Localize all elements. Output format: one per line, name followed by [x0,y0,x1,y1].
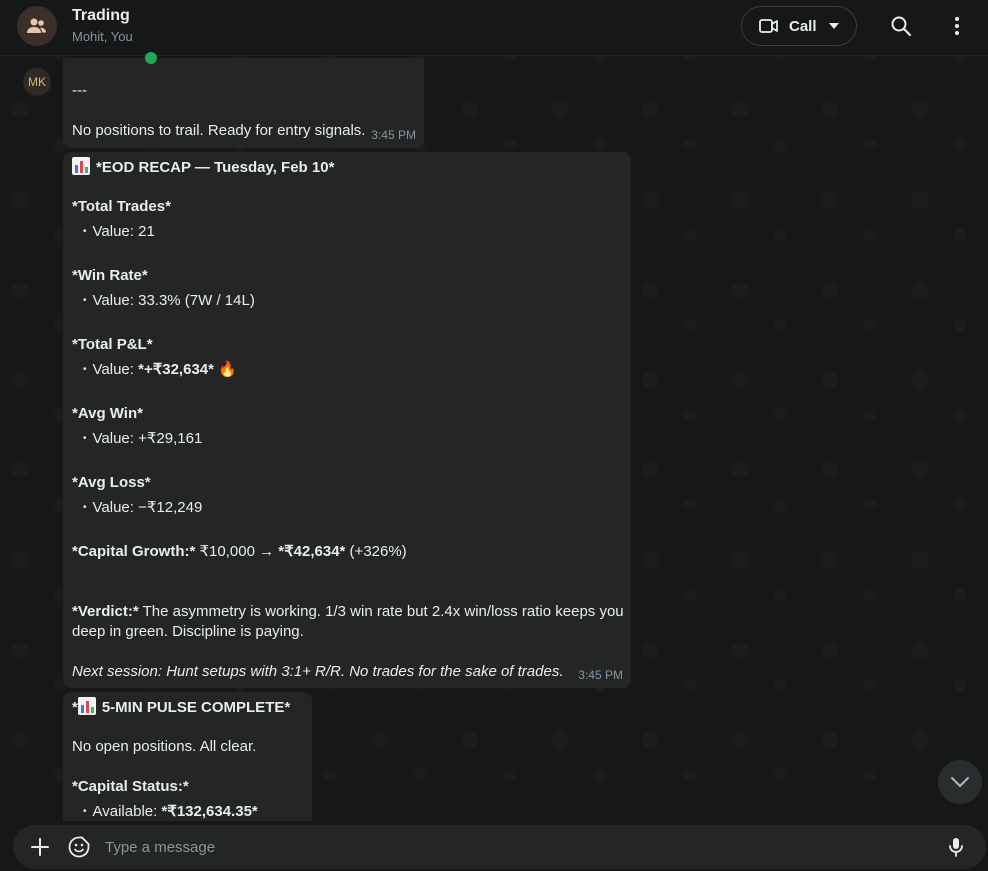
message-bubble[interactable]: --- No positions to trail. Ready for ent… [63,52,424,148]
call-label: Call [789,17,817,35]
sender-avatar[interactable]: MK [23,68,51,96]
chart-emoji-icon [72,157,90,175]
group-icon [27,18,46,33]
verdict-line: deep in green. Discipline is paying. [72,623,304,640]
plus-icon[interactable] [28,835,52,859]
video-icon [759,19,778,33]
message-bubble[interactable]: * 5-MIN PULSE COMPLETE* No open position… [63,692,312,832]
search-icon[interactable] [889,14,913,38]
chart-emoji-icon [77,697,96,715]
stat-value: Value: *+₹32,634* 🔥 [83,360,237,382]
stat-value: Value: −₹12,249 [83,498,203,520]
separator-text: --- [72,82,87,99]
stat-value: Value: 21 [83,222,155,244]
message-text: No open positions. All clear. [72,738,257,755]
chevron-down-icon[interactable] [828,23,839,29]
message-bubble[interactable]: *EOD RECAP — Tuesday, Feb 10* *Total Tra… [63,152,631,688]
message-time: 3:45 PM [578,668,623,682]
more-icon[interactable] [945,14,969,38]
chat-header: Trading Mohit, You Call [0,0,988,56]
verdict-line: *Verdict:* The asymmetry is working. 1/3… [72,603,624,620]
next-session-text: Next session: Hunt setups with 3:1+ R/R.… [72,663,564,680]
scroll-down-button[interactable] [938,760,982,804]
fire-emoji-icon: 🔥 [218,361,237,378]
call-button[interactable]: Call [741,6,857,46]
sticker-icon[interactable] [67,835,91,859]
message-text: No positions to trail. Ready for entry s… [72,122,366,139]
mic-icon[interactable] [944,835,968,859]
stat-label: *Avg Win* [72,405,143,422]
stat-label: *Total P&L* [72,336,153,353]
group-avatar[interactable] [17,6,57,46]
capital-status-label: *Capital Status:* [72,778,189,795]
recap-title: *EOD RECAP — Tuesday, Feb 10* [72,157,334,178]
message-input[interactable] [105,836,925,858]
stat-label: *Win Rate* [72,267,148,284]
pulse-title: * 5-MIN PULSE COMPLETE* [72,697,291,716]
scroll-down-icon [951,777,969,787]
capital-growth: *Capital Growth:* ₹10,000 → *₹42,634* (+… [72,543,407,560]
status-dot [145,52,157,64]
stat-label: *Avg Loss* [72,474,151,491]
stat-value: Value: +₹29,161 [83,429,203,451]
chat-title[interactable]: Trading [72,7,130,25]
stat-value: Value: 33.3% (7W / 14L) [83,291,255,313]
stat-label: *Total Trades* [72,198,171,215]
message-time: 3:45 PM [371,128,416,142]
chat-participants[interactable]: Mohit, You [72,29,133,44]
